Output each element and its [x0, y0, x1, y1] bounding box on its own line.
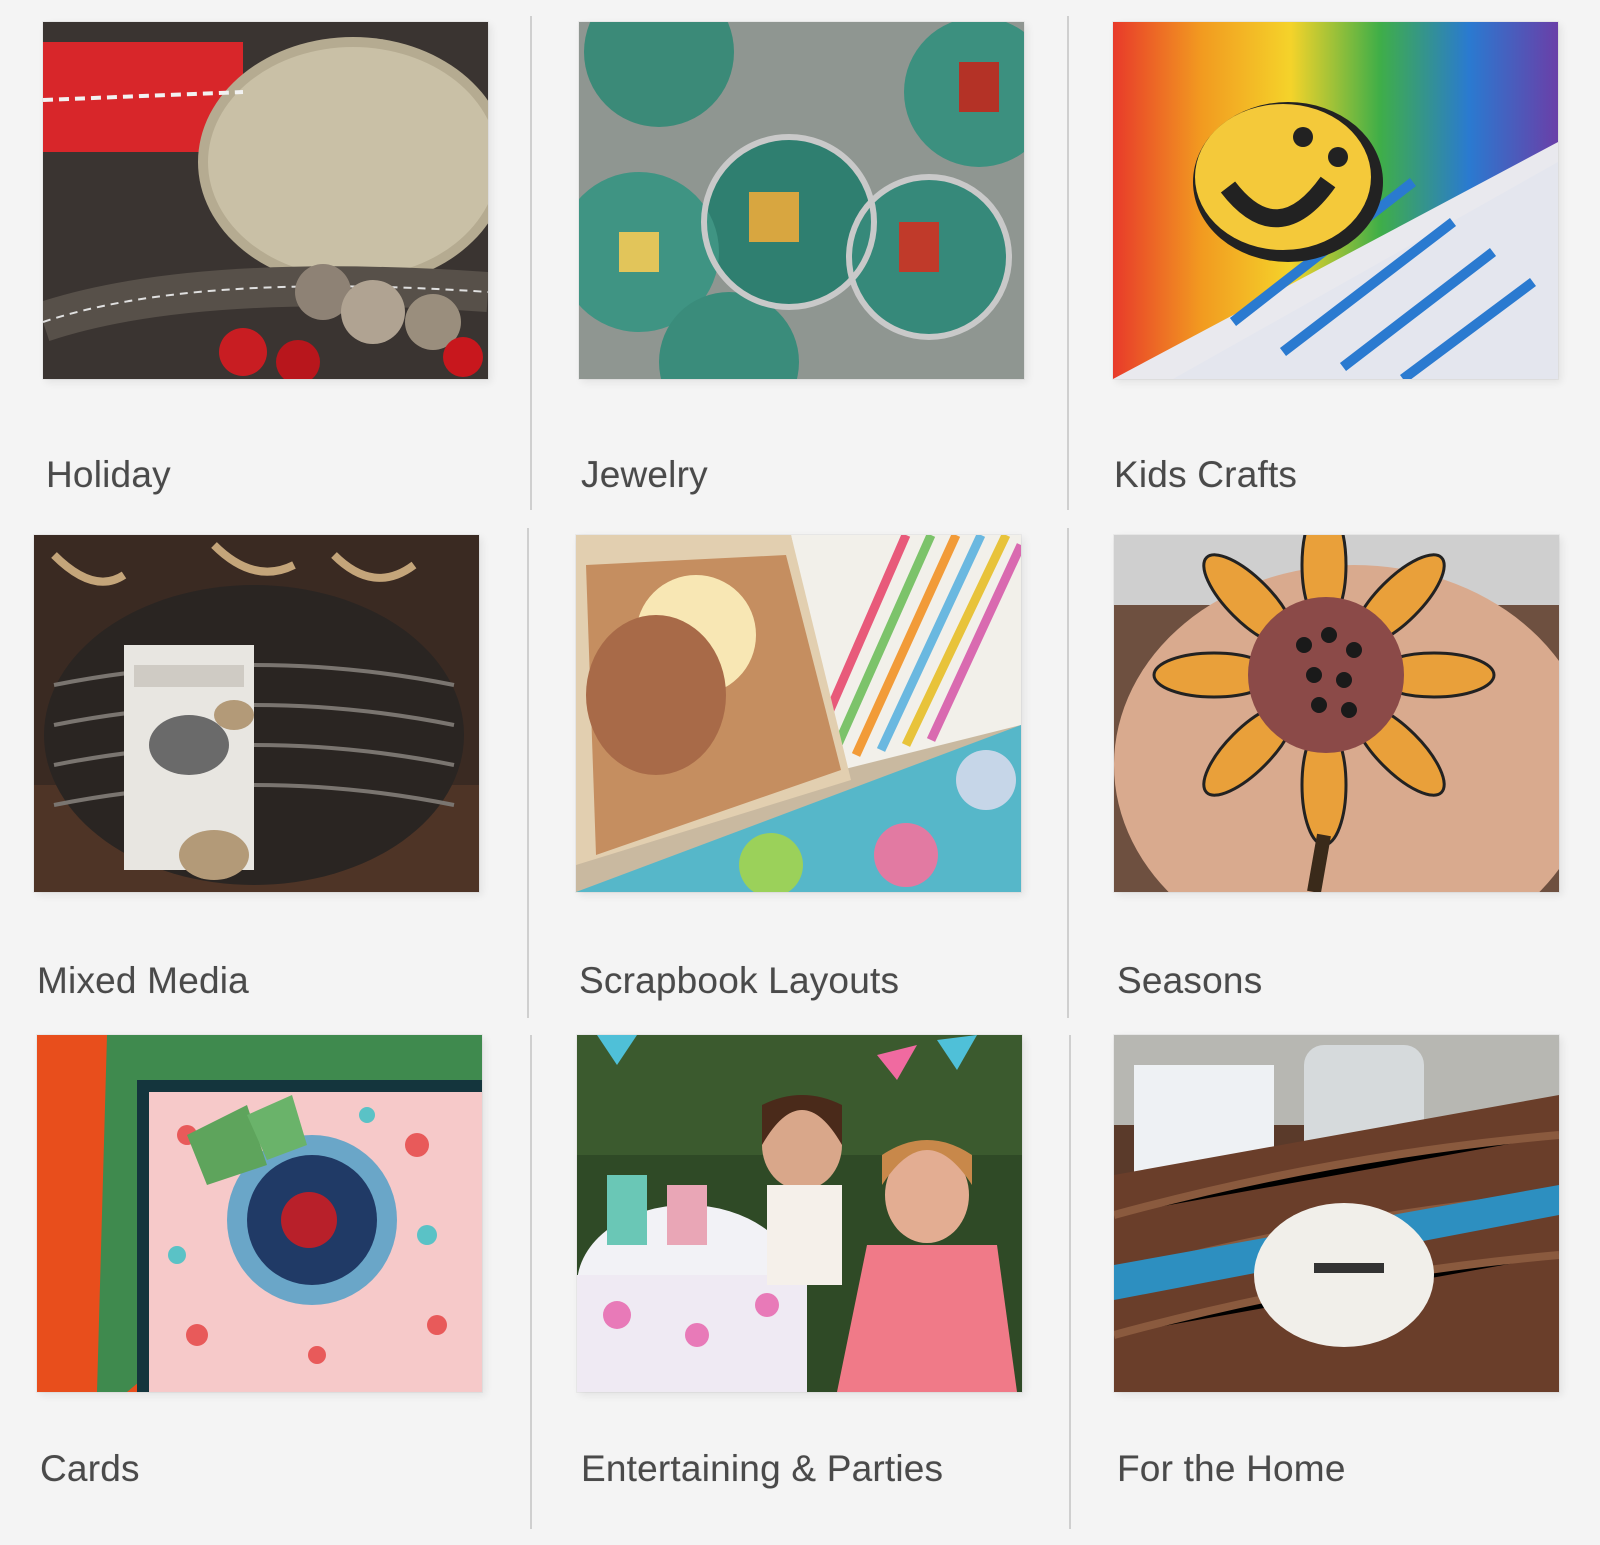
- category-card-mixed-media[interactable]: Mixed Media: [0, 510, 520, 1010]
- jewelry-thumbnail[interactable]: [579, 22, 1024, 379]
- category-card-kids-crafts[interactable]: Kids Crafts: [1070, 0, 1590, 500]
- kids-crafts-thumbnail[interactable]: [1113, 22, 1558, 379]
- column-divider: [1067, 528, 1069, 1018]
- mixed-media-thumbnail[interactable]: [34, 535, 479, 892]
- category-label[interactable]: Holiday: [46, 454, 171, 496]
- category-label[interactable]: Kids Crafts: [1114, 454, 1297, 496]
- column-divider: [530, 16, 532, 510]
- for-the-home-thumbnail[interactable]: [1114, 1035, 1559, 1392]
- category-card-for-the-home[interactable]: For the Home: [1070, 1020, 1590, 1520]
- category-card-seasons[interactable]: Seasons: [1070, 510, 1590, 1010]
- category-label[interactable]: Cards: [40, 1448, 140, 1490]
- category-label[interactable]: Mixed Media: [37, 960, 249, 1002]
- category-label[interactable]: Seasons: [1117, 960, 1262, 1002]
- category-card-holiday[interactable]: Holiday: [0, 0, 520, 500]
- category-card-scrapbook-layouts[interactable]: Scrapbook Layouts: [534, 510, 1054, 1010]
- category-label[interactable]: Scrapbook Layouts: [579, 960, 899, 1002]
- category-label[interactable]: Jewelry: [581, 454, 708, 496]
- category-card-entertaining-parties[interactable]: Entertaining & Parties: [534, 1020, 1054, 1520]
- category-gallery: Holiday Jewelry Kids Crafts Mixed Media …: [0, 0, 1600, 1545]
- category-label[interactable]: Entertaining & Parties: [581, 1448, 943, 1490]
- scrapbook-layouts-thumbnail[interactable]: [576, 535, 1021, 892]
- category-card-jewelry[interactable]: Jewelry: [534, 0, 1054, 500]
- category-label[interactable]: For the Home: [1117, 1448, 1346, 1490]
- column-divider: [527, 528, 529, 1018]
- holiday-thumbnail[interactable]: [43, 22, 488, 379]
- seasons-thumbnail[interactable]: [1114, 535, 1559, 892]
- column-divider: [1067, 16, 1069, 510]
- cards-thumbnail[interactable]: [37, 1035, 482, 1392]
- column-divider: [530, 1035, 532, 1529]
- category-card-cards[interactable]: Cards: [0, 1020, 520, 1520]
- entertaining-parties-thumbnail[interactable]: [577, 1035, 1022, 1392]
